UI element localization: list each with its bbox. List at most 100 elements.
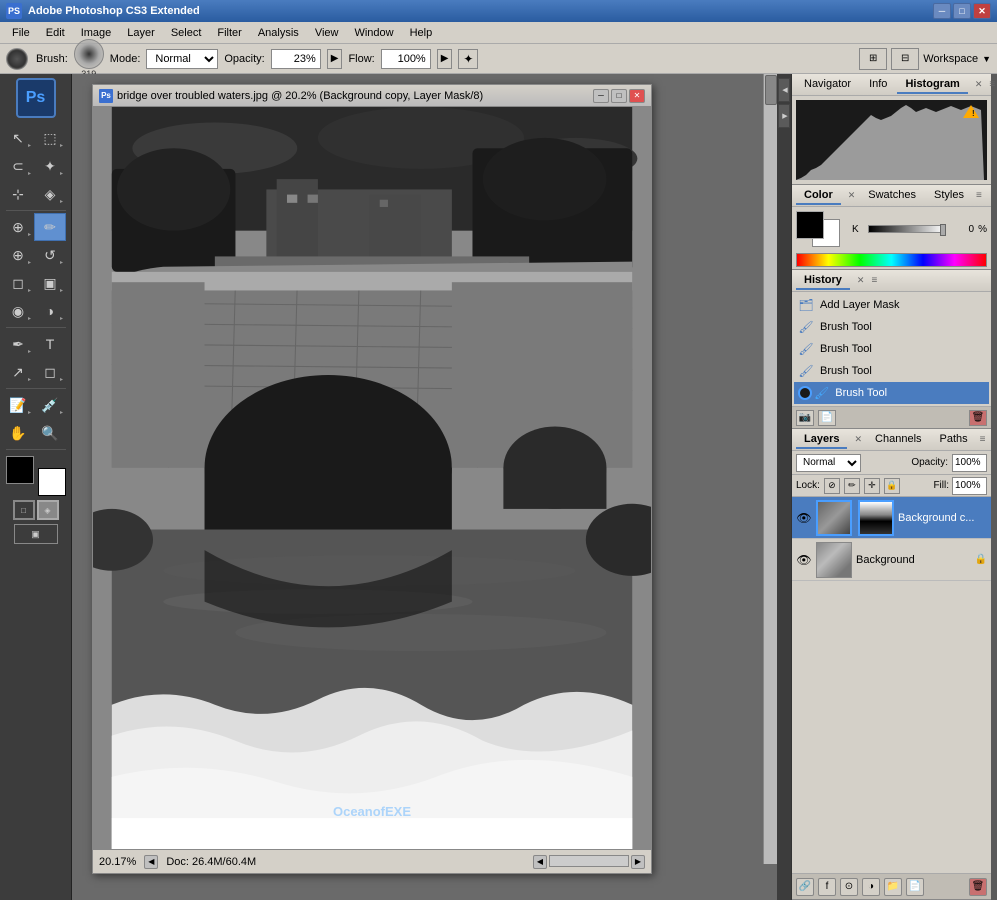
menu-window[interactable]: Window <box>346 25 401 41</box>
color-spectrum[interactable] <box>796 253 987 267</box>
tab-layers[interactable]: Layers <box>796 431 847 449</box>
tab-channels[interactable]: Channels <box>867 431 929 449</box>
tab-swatches[interactable]: Swatches <box>860 187 924 205</box>
marquee-tool[interactable]: ⬚▸ <box>34 124 66 152</box>
layers-panel-menu[interactable]: ≡ <box>978 434 988 445</box>
collapse-panels-btn[interactable]: ◀ <box>778 78 790 102</box>
layer-style-btn[interactable]: f <box>818 878 836 896</box>
menu-analysis[interactable]: Analysis <box>250 25 307 41</box>
brush-selector[interactable]: 319 <box>74 39 104 79</box>
pen-tool[interactable]: ✒▸ <box>2 330 34 358</box>
workspace-arrow[interactable]: ▼ <box>982 54 991 64</box>
menu-file[interactable]: File <box>4 25 38 41</box>
eyedropper2-tool[interactable]: 💉▸ <box>34 391 66 419</box>
foreground-color-box[interactable] <box>796 211 824 239</box>
dodge-tool[interactable]: ◑▸ <box>34 297 66 325</box>
canvas-content[interactable]: OceanofEXE <box>93 107 651 849</box>
layer-item-bg-copy[interactable]: 👁 Background c... <box>792 497 991 539</box>
history-item-brush3[interactable]: 🖌 Brush Tool <box>794 360 989 382</box>
flow-input[interactable] <box>381 49 431 69</box>
close-button[interactable]: ✕ <box>973 3 991 19</box>
history-item-brush2[interactable]: 🖌 Brush Tool <box>794 338 989 360</box>
history-item-add-mask[interactable]: 🗂 Add Layer Mask <box>794 294 989 316</box>
menu-filter[interactable]: Filter <box>209 25 249 41</box>
lasso-tool[interactable]: ⊂▸ <box>2 152 34 180</box>
lock-image-btn[interactable]: ✏ <box>844 478 860 494</box>
horizontal-scrollbar[interactable] <box>549 855 629 867</box>
magic-wand-tool[interactable]: ✦▸ <box>34 152 66 180</box>
opacity-arrow[interactable]: ▶ <box>327 49 343 69</box>
tab-histogram[interactable]: Histogram <box>897 76 967 94</box>
histogram-panel-close[interactable]: ✕ <box>972 79 986 90</box>
history-new-doc-btn[interactable]: 📄 <box>818 410 836 426</box>
minimize-button[interactable]: ─ <box>933 3 951 19</box>
type-tool[interactable]: T <box>34 330 66 358</box>
shape-tool[interactable]: ◻▸ <box>34 358 66 386</box>
tab-info[interactable]: Info <box>861 76 895 94</box>
tab-navigator[interactable]: Navigator <box>796 76 859 94</box>
history-panel-menu[interactable]: ≡ <box>869 275 879 286</box>
notes-tool[interactable]: 📝▸ <box>2 391 34 419</box>
workspace-icon2[interactable]: ⊟ <box>891 48 919 70</box>
canvas-vscrollbar[interactable] <box>763 74 777 864</box>
brush-tool[interactable]: ✏ <box>34 213 66 241</box>
fill-value-input[interactable] <box>952 477 987 495</box>
new-layer-btn[interactable]: 📄 <box>906 878 924 896</box>
k-slider-thumb[interactable] <box>940 224 946 236</box>
color-panel-menu[interactable]: ≡ <box>974 190 984 201</box>
mode-select[interactable]: Normal Dissolve Multiply Screen <box>146 49 218 69</box>
clone-stamp-tool[interactable]: ⊕▸ <box>2 241 34 269</box>
menu-help[interactable]: Help <box>402 25 441 41</box>
layer-visibility-bg[interactable]: 👁 <box>796 552 812 568</box>
history-brush-tool[interactable]: ↺▸ <box>34 241 66 269</box>
path-select-tool[interactable]: ↗▸ <box>2 358 34 386</box>
color-panel-close[interactable]: ✕ <box>845 190 859 201</box>
gradient-tool[interactable]: ▣▸ <box>34 269 66 297</box>
zoom-out-btn[interactable]: ◀ <box>144 855 158 869</box>
scroll-right-btn[interactable]: ▶ <box>631 855 645 869</box>
quick-mask-btn[interactable]: ◈ <box>37 500 59 520</box>
histogram-panel-menu[interactable]: ≡ <box>987 79 997 90</box>
menu-view[interactable]: View <box>307 25 347 41</box>
k-slider-track[interactable] <box>868 225 945 233</box>
flow-arrow[interactable]: ▶ <box>437 49 453 69</box>
lock-transparent-btn[interactable]: ⊘ <box>824 478 840 494</box>
lock-all-btn[interactable]: 🔒 <box>884 478 900 494</box>
blur-tool[interactable]: ◉▸ <box>2 297 34 325</box>
doc-maximize-btn[interactable]: □ <box>611 89 627 103</box>
zoom-tool[interactable]: 🔍 <box>34 419 66 447</box>
screen-mode-btn[interactable]: ▣ <box>14 524 58 544</box>
blend-mode-select[interactable]: Normal Dissolve Multiply <box>796 454 861 472</box>
doc-close-btn[interactable]: ✕ <box>629 89 645 103</box>
airbrush-toggle[interactable]: ✦ <box>458 49 478 69</box>
foreground-color-swatch[interactable] <box>6 456 34 484</box>
background-color-swatch[interactable] <box>38 468 66 496</box>
history-item-brush1[interactable]: 🖌 Brush Tool <box>794 316 989 338</box>
workspace-icon1[interactable]: ⊞ <box>859 48 887 70</box>
standard-mode-btn[interactable]: □ <box>13 500 35 520</box>
eraser-tool[interactable]: ◻▸ <box>2 269 34 297</box>
link-layers-btn[interactable]: 🔗 <box>796 878 814 896</box>
add-mask-btn[interactable]: ⊙ <box>840 878 858 896</box>
doc-minimize-btn[interactable]: ─ <box>593 89 609 103</box>
history-panel-close[interactable]: ✕ <box>854 275 868 286</box>
tab-styles[interactable]: Styles <box>926 187 972 205</box>
delete-layer-btn[interactable]: 🗑 <box>969 878 987 896</box>
tab-paths[interactable]: Paths <box>932 431 976 449</box>
scroll-left-btn[interactable]: ◀ <box>533 855 547 869</box>
expand-panels-btn[interactable]: ▶ <box>778 104 790 128</box>
layer-item-background[interactable]: 👁 Background 🔒 <box>792 539 991 581</box>
layer-visibility-bg-copy[interactable]: 👁 <box>796 510 812 526</box>
tab-color[interactable]: Color <box>796 187 841 205</box>
opacity-value-input[interactable] <box>952 454 987 472</box>
history-item-brush4[interactable]: 🖌 Brush Tool <box>794 382 989 404</box>
eyedropper-tool[interactable]: ◈▸ <box>34 180 66 208</box>
move-tool[interactable]: ↖▸ <box>2 124 34 152</box>
history-delete-btn[interactable]: 🗑 <box>969 410 987 426</box>
heal-tool[interactable]: ⊕▸ <box>2 213 34 241</box>
lock-position-btn[interactable]: ✛ <box>864 478 880 494</box>
layer-mask-bg-copy[interactable] <box>858 500 894 536</box>
canvas-vscroll-thumb[interactable] <box>765 75 777 105</box>
opacity-input[interactable] <box>271 49 321 69</box>
tab-history[interactable]: History <box>796 272 850 290</box>
